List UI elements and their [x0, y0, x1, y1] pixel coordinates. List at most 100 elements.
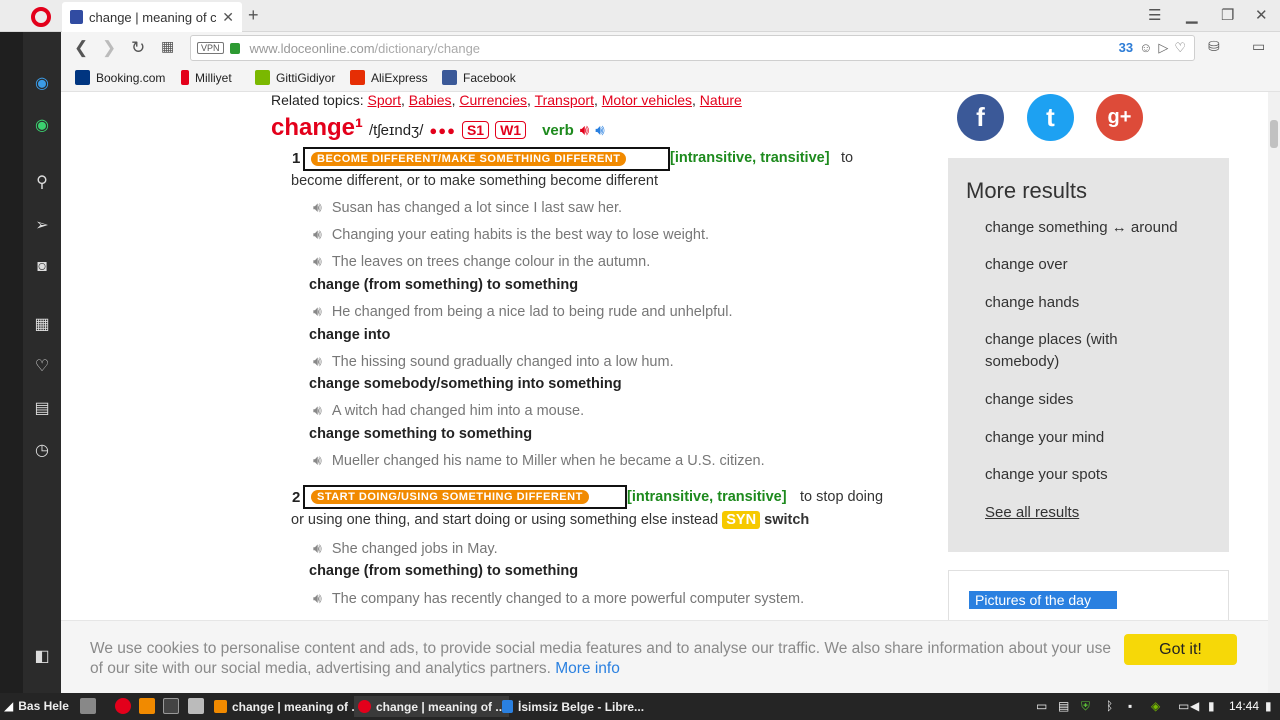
more-result-link[interactable]: change something ↔ around: [985, 217, 1205, 239]
start-menu-button[interactable]: ◢ Bas Hele: [4, 699, 69, 713]
minimize-icon[interactable]: ▁: [1186, 6, 1198, 24]
topic-link[interactable]: Nature: [700, 92, 742, 108]
send-icon[interactable]: ➢: [33, 217, 51, 235]
bluetooth-icon[interactable]: ᛒ: [1106, 699, 1113, 713]
taskbar-task[interactable]: change | meaning of ...: [210, 696, 365, 717]
example-text: A witch had changed him into a mouse.: [331, 402, 585, 419]
bookmarks-heart-icon[interactable]: ♡: [33, 358, 51, 376]
tab-active[interactable]: change | meaning of cha ✕: [62, 2, 242, 32]
address-input[interactable]: VPN www.ldoceonline.com /dictionary/chan…: [190, 35, 1195, 61]
more-result-link[interactable]: change sides: [985, 389, 1205, 411]
show-desktop-icon[interactable]: [80, 698, 96, 714]
american-audio-icon[interactable]: 🔊︎: [595, 122, 604, 139]
example-audio-icon[interactable]: 🔊︎: [313, 353, 322, 370]
example-audio-icon[interactable]: 🔊︎: [313, 253, 322, 270]
taskbar-task-active[interactable]: change | meaning of ...: [354, 696, 510, 717]
cookie-accept-button[interactable]: Got it!: [1124, 634, 1237, 665]
british-audio-icon[interactable]: 🔊︎: [580, 122, 589, 139]
synonym[interactable]: switch: [764, 512, 809, 528]
forward-icon[interactable]: ❯: [102, 38, 116, 58]
see-all-results-link[interactable]: See all results: [985, 502, 1205, 524]
app-launcher-icon[interactable]: [139, 698, 155, 714]
emoji-icon[interactable]: ☺: [1139, 40, 1152, 56]
example-audio-icon[interactable]: 🔊︎: [313, 226, 322, 243]
tab-close-icon[interactable]: ✕: [222, 9, 234, 26]
more-result-link[interactable]: change your mind: [985, 427, 1205, 449]
terminal-icon[interactable]: [163, 698, 179, 714]
nvidia-icon[interactable]: ◈: [1151, 699, 1160, 713]
speed-dial-icon[interactable]: ▦: [33, 316, 51, 334]
example-audio-icon[interactable]: 🔊︎: [313, 199, 322, 216]
opera-launcher-icon[interactable]: [115, 698, 131, 714]
spoken-frequency-badge[interactable]: S1: [461, 121, 490, 139]
new-tab-button[interactable]: +: [248, 5, 259, 26]
headword-line: change¹ /tʃeɪndʒ/ ●●● S1 W1 verb 🔊︎ 🔊︎: [271, 114, 605, 142]
written-frequency-badge[interactable]: W1: [495, 121, 527, 139]
more-result-link[interactable]: change your spots: [985, 464, 1205, 486]
bookmark-label: Facebook: [463, 70, 516, 85]
tray-menu-icon[interactable]: ▮: [1265, 699, 1272, 713]
bookmark-facebook[interactable]: Facebook: [442, 70, 516, 85]
volume-icon[interactable]: ◀: [1190, 699, 1199, 713]
clock[interactable]: 14:44: [1229, 699, 1259, 713]
bookmark-milliyet[interactable]: Milliyet: [181, 70, 232, 85]
tab-menu-icon[interactable]: ☰: [1148, 6, 1161, 24]
network-icon[interactable]: ▭: [1036, 699, 1047, 713]
display-icon[interactable]: ▭: [1178, 699, 1189, 713]
example: 🔊︎ The company has recently changed to a …: [313, 590, 804, 607]
maximize-icon[interactable]: ❐: [1221, 6, 1234, 24]
example-audio-icon[interactable]: 🔊︎: [313, 402, 322, 419]
example: 🔊︎ Mueller changed his name to Miller whe…: [313, 452, 765, 469]
back-icon[interactable]: ❮: [74, 38, 88, 58]
bookmark-aliexpress[interactable]: AliExpress: [350, 70, 428, 85]
more-result-link[interactable]: change over: [985, 254, 1205, 276]
topic-link[interactable]: Sport: [368, 92, 401, 108]
bookmark-gittigidiyor[interactable]: GittiGidiyor: [255, 70, 335, 85]
opera-menu-icon[interactable]: [31, 7, 51, 27]
close-window-icon[interactable]: ✕: [1255, 6, 1268, 24]
bookmark-booking[interactable]: Booking.com: [75, 70, 165, 85]
battery-icon[interactable]: ▭: [1252, 38, 1265, 55]
page-scrollbar[interactable]: [1268, 92, 1280, 693]
vpn-badge[interactable]: VPN: [197, 42, 224, 54]
shield-icon[interactable]: ⛨: [1081, 699, 1090, 714]
whatsapp-icon[interactable]: ◉: [33, 117, 51, 135]
battery-tray-icon[interactable]: ▮: [1208, 699, 1215, 713]
reload-icon[interactable]: ↻: [131, 38, 145, 58]
twitter-share-icon[interactable]: t: [1027, 94, 1074, 141]
messenger-icon[interactable]: ◉: [33, 75, 51, 93]
example-audio-icon[interactable]: 🔊︎: [313, 590, 322, 607]
files-icon[interactable]: [188, 698, 204, 714]
network-adapter-icon[interactable]: ▪: [1128, 699, 1132, 713]
topic-link[interactable]: Currencies: [459, 92, 527, 108]
camera-icon[interactable]: ◙: [33, 258, 51, 276]
example-audio-icon[interactable]: 🔊︎: [313, 452, 322, 469]
example: 🔊︎ The leaves on trees change colour in t…: [313, 253, 650, 270]
google-plus-share-icon[interactable]: g+: [1096, 94, 1143, 141]
extension-icon[interactable]: ⛁: [1208, 38, 1220, 55]
example-audio-icon[interactable]: 🔊︎: [313, 303, 322, 320]
clipboard-icon[interactable]: ▤: [1058, 699, 1069, 713]
send-icon[interactable]: ▷: [1158, 40, 1168, 56]
lock-icon[interactable]: [229, 42, 240, 54]
sidebar-toggle-icon[interactable]: ◧: [33, 648, 51, 666]
topic-link[interactable]: Motor vehicles: [602, 92, 692, 108]
signpost-label: START DOING/USING SOMETHING DIFFERENT: [311, 490, 589, 504]
facebook-share-icon[interactable]: f: [957, 94, 1004, 141]
news-icon[interactable]: ▤: [33, 400, 51, 418]
example-audio-icon[interactable]: 🔊︎: [313, 540, 322, 557]
more-result-link[interactable]: change hands: [985, 292, 1205, 314]
speed-dial-icon[interactable]: ▦: [161, 38, 174, 55]
heart-icon[interactable]: ♡: [1174, 40, 1186, 56]
taskbar-task[interactable]: İsimsiz Belge - Libre...: [498, 696, 648, 717]
cookie-more-info-link[interactable]: More info: [555, 660, 620, 677]
topic-link[interactable]: Babies: [409, 92, 452, 108]
history-icon[interactable]: ◷: [33, 442, 51, 460]
search-icon[interactable]: ⚲: [33, 174, 51, 192]
topic-link[interactable]: Transport: [535, 92, 594, 108]
pictures-of-the-day-title[interactable]: Pictures of the day: [969, 591, 1117, 609]
scrollbar-thumb[interactable]: [1270, 120, 1278, 148]
more-result-link[interactable]: change places (with somebody): [985, 329, 1165, 373]
ad-block-count[interactable]: 33: [1119, 40, 1133, 56]
opera-sidebar: ◉ ◉ ⚲ ➢ ◙ ▦ ♡ ▤ ◷ ◧: [0, 32, 61, 693]
